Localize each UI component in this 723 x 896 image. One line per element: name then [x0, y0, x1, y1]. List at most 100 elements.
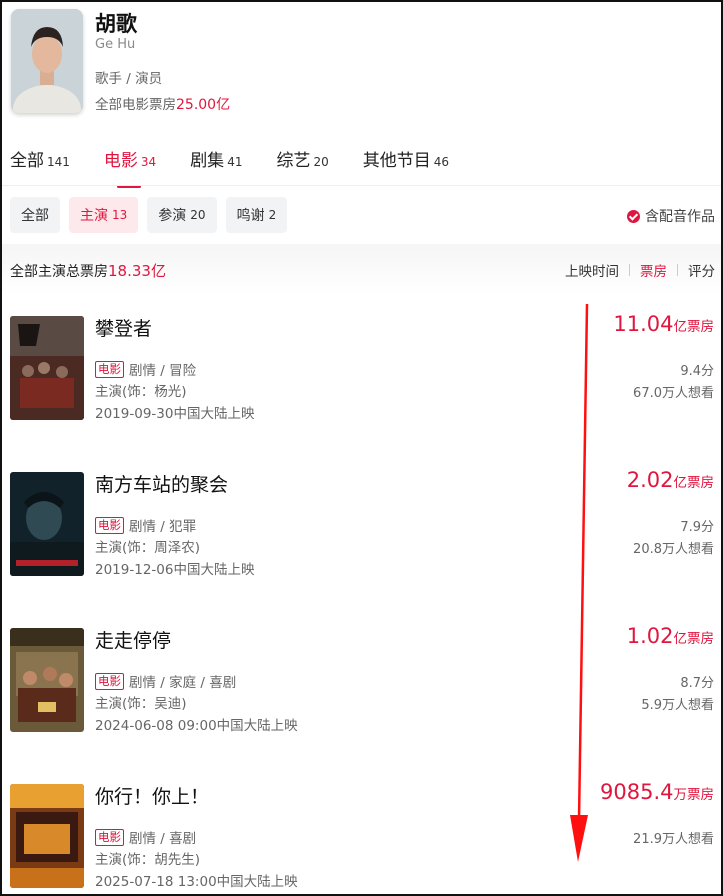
tab-all[interactable]: 全部 141 [10, 146, 70, 171]
movie-type-badge: 电影 [95, 360, 124, 378]
total-box-office: 全部电影票房25.00亿 [95, 93, 230, 114]
movie-genres-row: 电影 剧情 / 家庭 / 喜剧 [95, 671, 236, 691]
movie-box-office: 11.04亿票房 [613, 312, 714, 336]
movie-title[interactable]: 走走停停 [95, 626, 171, 653]
total-box-value: 25.00亿 [176, 97, 231, 113]
movie-item[interactable]: 你行！你上！ 电影 剧情 / 喜剧 主演(饰：胡先生) 2025-07-18 13… [0, 780, 723, 896]
tab-label: 全部 [10, 151, 44, 171]
box-office-number: 9085.4 [600, 780, 674, 804]
chip-label: 鸣谢 [236, 208, 265, 224]
movie-genres: 剧情 / 冒险 [129, 363, 197, 379]
tab-other-shows[interactable]: 其他节目 46 [363, 146, 449, 171]
movie-role: 主演(饰：吴迪) [95, 696, 187, 712]
movie-want-count: 20.8万人想看 [633, 542, 714, 557]
tab-label: 综艺 [276, 151, 311, 171]
movie-poster[interactable] [10, 784, 84, 888]
tab-label: 剧集 [190, 151, 225, 171]
movie-type-badge: 电影 [95, 828, 124, 846]
box-office-number: 1.02 [626, 624, 674, 648]
movie-item[interactable]: 走走停停 电影 剧情 / 家庭 / 喜剧 主演(饰：吴迪) 2024-06-08 … [0, 624, 723, 758]
sort-divider [629, 264, 630, 276]
chip-label: 参演 [158, 208, 187, 224]
movie-genres-row: 电影 剧情 / 冒险 [95, 359, 196, 379]
movie-want-count: 21.9万人想看 [633, 832, 714, 847]
movie-release-date: 2025-07-18 13:00中国大陆上映 [95, 874, 298, 890]
movie-item[interactable]: 攀登者 电影 剧情 / 冒险 主演(饰：杨光) 2019-09-30中国大陆上映 … [0, 312, 723, 446]
chip-label: 主演 [80, 208, 108, 224]
movie-poster[interactable] [10, 628, 84, 732]
avatar[interactable] [11, 9, 83, 113]
movie-title[interactable]: 南方车站的聚会 [95, 470, 228, 497]
screenshot-frame [0, 0, 723, 896]
movie-genres: 剧情 / 犯罪 [129, 519, 197, 535]
movie-box-office: 9085.4万票房 [600, 780, 714, 804]
sort-rating[interactable]: 评分 [688, 260, 715, 280]
lead-total-box-office: 全部主演总票房18.33亿 [10, 260, 166, 281]
movie-score: 8.7分 [680, 676, 714, 691]
tab-label: 其他节目 [362, 151, 431, 171]
movie-type-badge: 电影 [95, 672, 124, 690]
box-office-unit: 亿票房 [673, 631, 715, 647]
tab-count: 20 [313, 155, 329, 169]
movie-role: 主演(饰：杨光) [95, 384, 187, 400]
tab-variety[interactable]: 综艺 20 [276, 146, 328, 171]
movie-title[interactable]: 攀登者 [95, 314, 152, 341]
movie-item[interactable]: 南方车站的聚会 电影 剧情 / 犯罪 主演(饰：周泽农) 2019-12-06中国… [0, 468, 723, 602]
movie-role: 主演(饰：周泽农) [95, 540, 201, 556]
movie-genres: 剧情 / 喜剧 [129, 831, 197, 847]
divider [2, 185, 721, 186]
total-box-label: 全部电影票房 [95, 97, 176, 113]
summary-label: 全部主演总票房 [10, 264, 108, 280]
box-office-unit: 万票房 [673, 787, 715, 803]
movie-release-date: 2019-12-06中国大陆上映 [95, 562, 255, 578]
movie-score: 7.9分 [680, 520, 714, 535]
movie-poster[interactable] [10, 316, 84, 420]
movie-release-date: 2024-06-08 09:00中国大陆上映 [95, 718, 298, 734]
box-office-number: 11.04 [613, 312, 674, 336]
include-dubbing-toggle[interactable]: 含配音作品 [627, 206, 715, 226]
role-filter-chips: 全部 主演 13 参演 20 鸣谢 2 [10, 197, 296, 233]
sort-box-office[interactable]: 票房 [640, 260, 667, 280]
check-circle-icon [627, 209, 640, 223]
chip-all[interactable]: 全部 [10, 197, 60, 233]
movie-title[interactable]: 你行！你上！ [95, 782, 209, 809]
movie-genres-row: 电影 剧情 / 犯罪 [95, 515, 196, 535]
person-name-en: Ge Hu [95, 37, 136, 52]
person-name: 胡歌 [95, 12, 137, 36]
movie-release-date: 2019-09-30中国大陆上映 [95, 406, 255, 422]
chip-count: 2 [268, 208, 277, 222]
movie-box-office: 2.02亿票房 [627, 468, 714, 492]
movie-box-office: 1.02亿票房 [627, 624, 714, 648]
movie-want-count: 67.0万人想看 [633, 386, 714, 401]
movie-type-badge: 电影 [95, 516, 124, 534]
down-arrow-icon [570, 303, 589, 862]
person-roles: 歌手 / 演员 [95, 71, 163, 87]
sort-release-date[interactable]: 上映时间 [565, 260, 619, 280]
chip-supporting[interactable]: 参演 20 [147, 197, 217, 233]
chip-lead[interactable]: 主演 13 [69, 197, 139, 233]
tab-label: 电影 [103, 151, 138, 171]
movie-want-count: 5.9万人想看 [641, 698, 714, 713]
category-tabs: 全部 141 电影 34 剧集 41 综艺 20 其他节目 46 [10, 146, 483, 188]
chip-label: 全部 [21, 208, 49, 224]
tab-count: 41 [227, 155, 243, 169]
box-office-unit: 亿票房 [673, 475, 715, 491]
movie-poster[interactable] [10, 472, 84, 576]
include-dubbing-label: 含配音作品 [645, 209, 715, 225]
chip-count: 20 [190, 208, 206, 222]
chip-thanks[interactable]: 鸣谢 2 [225, 197, 288, 233]
tab-movies[interactable]: 电影 34 [103, 146, 157, 188]
tab-series[interactable]: 剧集 41 [190, 146, 242, 171]
tab-count: 141 [47, 155, 70, 169]
box-office-number: 2.02 [626, 468, 674, 492]
movie-genres: 剧情 / 家庭 / 喜剧 [129, 675, 237, 691]
movie-score: 9.4分 [680, 364, 714, 379]
sort-divider [677, 264, 678, 276]
movie-genres-row: 电影 剧情 / 喜剧 [95, 827, 196, 847]
movie-role: 主演(饰：胡先生) [95, 852, 201, 868]
chip-count: 13 [112, 208, 128, 222]
sort-options: 上映时间 票房 评分 [565, 260, 715, 280]
tab-count: 46 [433, 155, 450, 169]
summary-value: 18.33亿 [108, 262, 166, 280]
tab-count: 34 [140, 155, 157, 169]
